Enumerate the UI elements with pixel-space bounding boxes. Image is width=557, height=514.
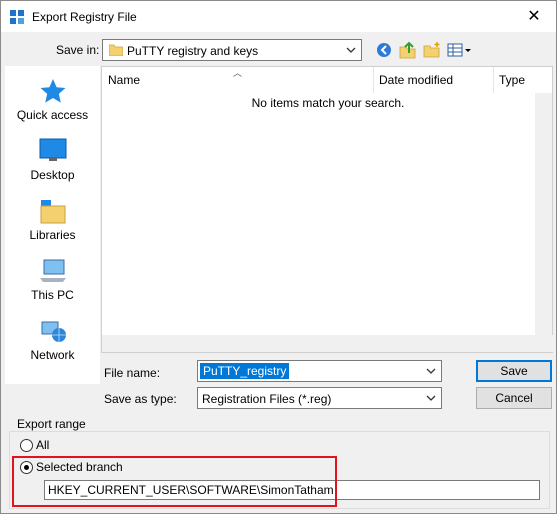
libraries-icon [40, 200, 65, 224]
horizontal-scrollbar[interactable] [102, 335, 554, 352]
file-list[interactable]: ︿ Name Date modified Type No items match… [101, 66, 554, 353]
vertical-scrollbar[interactable] [535, 93, 552, 352]
place-label: Network [30, 348, 75, 362]
this-pc-icon [39, 259, 66, 282]
save-button[interactable]: Save [476, 360, 552, 382]
place-quick-access[interactable]: Quick access [5, 78, 100, 134]
up-folder-icon[interactable] [398, 41, 418, 59]
registry-editor-icon [10, 10, 24, 24]
place-libraries[interactable]: Libraries [5, 198, 100, 254]
back-icon[interactable] [375, 41, 395, 59]
chevron-down-icon [426, 368, 436, 374]
save-in-value: PuTTY registry and keys [127, 44, 259, 58]
file-name-input[interactable]: PuTTY_registry [197, 360, 442, 382]
file-name-label: File name: [104, 366, 161, 380]
empty-message: No items match your search. [251, 96, 405, 110]
title-bar: Export Registry File ✕ [1, 1, 556, 32]
save-as-type-dropdown[interactable]: Registration Files (*.reg) [197, 387, 442, 409]
column-header-type[interactable]: Type [493, 67, 553, 93]
places-bar: Quick access Desktop Libraries This PC N… [5, 66, 100, 384]
place-label: Desktop [30, 168, 75, 182]
network-icon [41, 321, 66, 342]
save-in-dropdown[interactable]: PuTTY registry and keys [102, 39, 362, 61]
highlight-annotation [12, 456, 337, 507]
save-as-type-label: Save as type: [104, 392, 177, 406]
save-in-label: Save in: [56, 43, 100, 57]
save-as-type-value: Registration Files (*.reg) [202, 392, 332, 406]
desktop-icon [39, 138, 66, 161]
chevron-down-icon [426, 395, 436, 401]
radio-all[interactable] [20, 439, 33, 452]
place-label: Libraries [29, 228, 76, 242]
place-this-pc[interactable]: This PC [5, 258, 100, 314]
column-header-date-modified[interactable]: Date modified [373, 67, 493, 93]
folder-icon [109, 44, 123, 56]
place-label: Quick access [16, 108, 89, 122]
place-network[interactable]: Network [5, 318, 100, 374]
place-desktop[interactable]: Desktop [5, 138, 100, 194]
close-button[interactable]: ✕ [524, 7, 544, 27]
file-name-value: PuTTY_registry [200, 363, 290, 379]
new-folder-icon[interactable] [422, 41, 442, 59]
export-registry-dialog: Export Registry File ✕ Save in: PuTTY re… [0, 0, 557, 514]
cancel-button[interactable]: Cancel [476, 387, 552, 409]
quick-access-star-icon [40, 79, 65, 103]
export-range-title: Export range [15, 417, 88, 431]
column-header-name[interactable]: Name [102, 67, 373, 93]
window-title: Export Registry File [32, 10, 137, 24]
radio-all-label[interactable]: All [36, 438, 49, 452]
place-label: This PC [31, 288, 74, 302]
chevron-down-icon [346, 47, 356, 53]
view-menu-icon[interactable] [446, 41, 472, 59]
